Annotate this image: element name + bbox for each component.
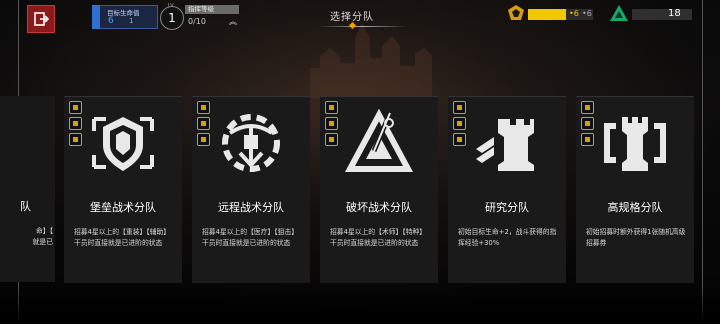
life-bar-icon bbox=[92, 5, 100, 29]
squad-card-name: 高规格分队 bbox=[607, 201, 663, 214]
squad-card-destruction[interactable]: 破坏战术分队 招募4星以上的【术师】【特种】干员时直接就是已进阶的状态 bbox=[320, 96, 438, 283]
target-life-shield-value: 1 bbox=[129, 17, 134, 25]
squad-card-research[interactable]: 研究分队 初始目标生命+2，战斗获得的指挥经验+30% bbox=[448, 96, 566, 283]
squad-card-desc: 招募4星以上的【术师】【特种】干员时直接就是已进阶的状态 bbox=[330, 228, 427, 247]
bonus-badge-icon bbox=[453, 101, 466, 114]
command-level-panel: 指挥等级 0/10 ︽ bbox=[185, 5, 239, 27]
triangle-emblem-icon bbox=[344, 109, 414, 172]
bonus-badge-icon bbox=[325, 133, 338, 146]
shield-emblem-icon bbox=[92, 117, 154, 171]
squad-card-partial[interactable]: 队 命】【 就是已 bbox=[0, 96, 55, 282]
bottom-fade bbox=[0, 284, 720, 324]
bonus-badge-icon bbox=[581, 133, 594, 146]
gold-crown-icon bbox=[508, 5, 524, 20]
bonus-badge-icon bbox=[453, 117, 466, 130]
squad-card-desc: 招募4星以上的【医疗】【狙击】干员时直接就是已进阶的状态 bbox=[202, 228, 299, 247]
crossbow-emblem-icon bbox=[222, 114, 280, 172]
bonus-badge-icon bbox=[69, 133, 82, 146]
bonus-badge-icon bbox=[325, 117, 338, 130]
gold-bar-fill bbox=[528, 9, 566, 20]
gold-max: •6 bbox=[582, 9, 592, 18]
target-life-value: 6 bbox=[108, 16, 114, 26]
squad-card-name: 队 bbox=[20, 200, 31, 213]
squad-card-name: 远程战术分队 bbox=[218, 201, 284, 214]
card-badges bbox=[453, 101, 466, 146]
command-level-label: 指挥等级 bbox=[185, 5, 239, 14]
squad-card-desc: 初始招募时额外获得1张随机高级招募券 bbox=[586, 228, 686, 247]
chevron-up-icon: ︽ bbox=[229, 17, 237, 26]
bonus-badge-icon bbox=[69, 117, 82, 130]
squad-card-desc: 命】【 就是已 bbox=[32, 227, 53, 246]
recruit-ticket-bar bbox=[632, 9, 692, 20]
rook-bracket-emblem-icon bbox=[604, 117, 666, 171]
rook-emblem-icon bbox=[476, 119, 534, 171]
bonus-badge-icon bbox=[197, 117, 210, 130]
bonus-badge-icon bbox=[581, 101, 594, 114]
bonus-badge-icon bbox=[325, 101, 338, 114]
title-underline bbox=[318, 26, 408, 27]
bonus-badge-icon bbox=[69, 101, 82, 114]
squad-card-highspec[interactable]: 高规格分队 初始招募时额外获得1张随机高级招募券 bbox=[576, 96, 694, 283]
bonus-badge-icon bbox=[453, 133, 466, 146]
recruit-ticket-icon bbox=[610, 5, 628, 21]
squad-card-fortress[interactable]: 堡垒战术分队 招募4星以上的【重装】【辅助】干员时直接就是已进阶的状态 bbox=[64, 96, 182, 283]
bonus-badge-icon bbox=[581, 117, 594, 130]
target-life-panel: 目标生命值 6 1 bbox=[92, 5, 158, 29]
command-level-value: 0/10 bbox=[188, 17, 206, 26]
squad-card-name: 研究分队 bbox=[485, 201, 529, 214]
gold-current: •6 bbox=[569, 9, 579, 18]
recruit-ticket-count: 18 bbox=[668, 8, 681, 19]
exit-icon bbox=[34, 12, 49, 26]
card-badges bbox=[325, 101, 338, 146]
level-indicator: 1 bbox=[160, 6, 184, 30]
castle-silhouette bbox=[310, 23, 432, 98]
squad-card-ranged[interactable]: 远程战术分队 招募4星以上的【医疗】【狙击】干员时直接就是已进阶的状态 bbox=[192, 96, 310, 283]
squad-card-desc: 初始目标生命+2，战斗获得的指挥经验+30% bbox=[458, 228, 557, 247]
card-badges bbox=[197, 101, 210, 146]
squad-card-name: 堡垒战术分队 bbox=[90, 201, 156, 214]
card-badges bbox=[69, 101, 82, 146]
bonus-badge-icon bbox=[197, 101, 210, 114]
squad-card-desc: 招募4星以上的【重装】【辅助】干员时直接就是已进阶的状态 bbox=[74, 228, 171, 247]
card-badges bbox=[581, 101, 594, 146]
squad-card-name: 破坏战术分队 bbox=[346, 201, 412, 214]
right-frame-line bbox=[702, 0, 703, 324]
bonus-badge-icon bbox=[197, 133, 210, 146]
exit-button[interactable] bbox=[27, 5, 55, 33]
